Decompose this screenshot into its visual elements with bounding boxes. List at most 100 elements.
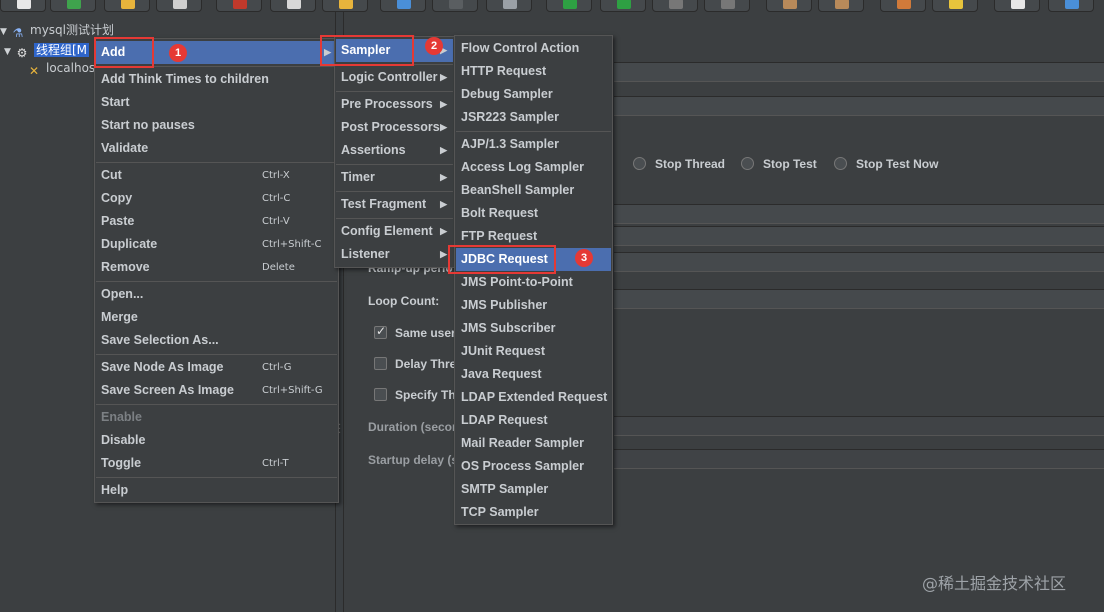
menu-item-os-process-sampler[interactable]: OS Process Sampler xyxy=(456,455,611,478)
menu-item-open[interactable]: Open... xyxy=(96,283,337,306)
help-icon[interactable] xyxy=(1048,0,1094,12)
annotation-badge-3: 3 xyxy=(575,249,593,267)
same-user-checkbox[interactable] xyxy=(374,324,387,339)
menu-item-logic-controller[interactable]: Logic Controller ▶ xyxy=(336,66,453,89)
startup-delay-label: Startup delay (s xyxy=(368,453,459,467)
start-icon[interactable] xyxy=(546,0,592,12)
specify-thread-checkbox[interactable] xyxy=(374,388,387,401)
copy-icon[interactable] xyxy=(270,0,316,12)
annotation-badge-1: 1 xyxy=(169,44,187,62)
menu-item-duplicate[interactable]: Duplicate Ctrl+Shift-C xyxy=(96,233,337,256)
menu-item-save-node-image[interactable]: Save Node As Image Ctrl-G xyxy=(96,356,337,379)
paste-icon[interactable] xyxy=(322,0,368,12)
menu-item-debug-sampler[interactable]: Debug Sampler xyxy=(456,83,611,106)
menu-item-post-processors[interactable]: Post Processors ▶ xyxy=(336,116,453,139)
menu-item-access-log-sampler[interactable]: Access Log Sampler xyxy=(456,156,611,179)
menu-item-validate[interactable]: Validate xyxy=(96,137,337,160)
menu-item-jms-subscriber[interactable]: JMS Subscriber xyxy=(456,317,611,340)
radio-label-stop-test-now: Stop Test Now xyxy=(856,157,939,171)
toggle-icon[interactable] xyxy=(486,0,532,12)
menu-item-toggle[interactable]: Toggle Ctrl-T xyxy=(96,452,337,475)
menu-item-merge[interactable]: Merge xyxy=(96,306,337,329)
menu-item-ldap-request[interactable]: LDAP Request xyxy=(456,409,611,432)
ramp-up-field[interactable] xyxy=(614,252,1104,272)
menu-item-ajp-sampler[interactable]: AJP/1.3 Sampler xyxy=(456,133,611,156)
menu-item-ldap-extended-request[interactable]: LDAP Extended Request xyxy=(456,386,611,409)
menu-item-add-think-times[interactable]: Add Think Times to children xyxy=(96,68,337,91)
menu-item-copy[interactable]: Copy Ctrl-C xyxy=(96,187,337,210)
save-icon[interactable] xyxy=(156,0,202,12)
menu-item-disable[interactable]: Disable xyxy=(96,429,337,452)
menu-item-mail-reader-sampler[interactable]: Mail Reader Sampler xyxy=(456,432,611,455)
comments-field[interactable] xyxy=(614,96,1104,116)
menu-item-java-request[interactable]: Java Request xyxy=(456,363,611,386)
menu-item-bolt-request[interactable]: Bolt Request xyxy=(456,202,611,225)
menu-item-save-screen-image[interactable]: Save Screen As Image Ctrl+Shift-G xyxy=(96,379,337,402)
menu-item-flow-control-action[interactable]: Flow Control Action xyxy=(456,37,611,60)
loop-count-field[interactable] xyxy=(614,289,1104,309)
function-helper-icon[interactable] xyxy=(994,0,1040,12)
menu-item-timer[interactable]: Timer ▶ xyxy=(336,166,453,189)
clear-all-icon[interactable] xyxy=(818,0,864,12)
search-icon[interactable] xyxy=(880,0,926,12)
cut-icon[interactable] xyxy=(216,0,262,12)
clear-icon[interactable] xyxy=(766,0,812,12)
shutdown-icon[interactable] xyxy=(704,0,750,12)
menu-item-http-request[interactable]: HTTP Request xyxy=(456,60,611,83)
collapse-arrow-icon[interactable]: ▼ xyxy=(0,22,10,42)
menu-item-jms-p2p[interactable]: JMS Point-to-Point xyxy=(456,271,611,294)
menu-item-paste[interactable]: Paste Ctrl-V xyxy=(96,210,337,233)
add-submenu: Sampler ▶ Logic Controller ▶ Pre Processor… xyxy=(334,36,455,268)
context-menu: Add ▶ Add Think Times to children Start S… xyxy=(94,38,339,503)
stop-icon[interactable] xyxy=(652,0,698,12)
radio-stop-test-now[interactable] xyxy=(834,157,847,170)
collapse-arrow-icon[interactable]: ▼ xyxy=(4,42,14,62)
menu-item-listener[interactable]: Listener ▶ xyxy=(336,243,453,266)
annotation-box-jdbc xyxy=(448,245,556,274)
radio-stop-thread[interactable] xyxy=(633,157,646,170)
same-user-label: Same user xyxy=(395,326,456,340)
menu-item-config-element[interactable]: Config Element ▶ xyxy=(336,220,453,243)
menu-item-pre-processors[interactable]: Pre Processors ▶ xyxy=(336,93,453,116)
startup-delay-field[interactable] xyxy=(614,449,1104,469)
name-field[interactable] xyxy=(614,62,1104,82)
annotation-badge-2: 2 xyxy=(425,37,443,55)
collapse-icon[interactable] xyxy=(432,0,478,12)
delay-thread-checkbox[interactable] xyxy=(374,357,387,370)
menu-item-remove[interactable]: Remove Delete xyxy=(96,256,337,279)
specify-thread-label: Specify Thr xyxy=(395,388,461,402)
radio-stop-test[interactable] xyxy=(741,157,754,170)
submenu-arrow-icon: ▶ xyxy=(440,145,447,155)
new-icon[interactable] xyxy=(0,0,46,12)
expand-icon[interactable] xyxy=(380,0,426,12)
submenu-arrow-icon: ▶ xyxy=(440,226,447,236)
open-icon[interactable] xyxy=(104,0,150,12)
submenu-arrow-icon: ▶ xyxy=(440,172,447,182)
tree-item-thread-group[interactable]: ▼ ⚙ 线程组[M xyxy=(4,40,90,62)
submenu-arrow-icon: ▶ xyxy=(440,122,447,132)
loop-count-label: Loop Count: xyxy=(368,294,440,308)
threads-field[interactable] xyxy=(614,204,1104,224)
menu-item-junit-request[interactable]: JUnit Request xyxy=(456,340,611,363)
menu-item-smtp-sampler[interactable]: SMTP Sampler xyxy=(456,478,611,501)
reset-search-icon[interactable] xyxy=(932,0,978,12)
menu-item-cut[interactable]: Cut Ctrl-X xyxy=(96,164,337,187)
menu-item-test-fragment[interactable]: Test Fragment ▶ xyxy=(336,193,453,216)
menu-item-beanshell-sampler[interactable]: BeanShell Sampler xyxy=(456,179,611,202)
start-no-pauses-icon[interactable] xyxy=(600,0,646,12)
menu-item-assertions[interactable]: Assertions ▶ xyxy=(336,139,453,162)
menu-item-jms-publisher[interactable]: JMS Publisher xyxy=(456,294,611,317)
tree-item-localhost[interactable]: ✕ localhos xyxy=(26,58,95,78)
duration-label: Duration (secon xyxy=(368,420,460,434)
menu-item-start[interactable]: Start xyxy=(96,91,337,114)
menu-item-start-no-pauses[interactable]: Start no pauses xyxy=(96,114,337,137)
threads-field-2[interactable] xyxy=(614,226,1104,246)
templates-icon[interactable] xyxy=(50,0,96,12)
watermark: @稀土掘金技术社区 xyxy=(922,574,1067,593)
annotation-box-sampler xyxy=(320,35,414,66)
menu-item-save-selection[interactable]: Save Selection As... xyxy=(96,329,337,352)
menu-item-tcp-sampler[interactable]: TCP Sampler xyxy=(456,501,611,524)
menu-item-help[interactable]: Help xyxy=(96,479,337,502)
menu-item-jsr223-sampler[interactable]: JSR223 Sampler xyxy=(456,106,611,129)
duration-field[interactable] xyxy=(614,416,1104,436)
